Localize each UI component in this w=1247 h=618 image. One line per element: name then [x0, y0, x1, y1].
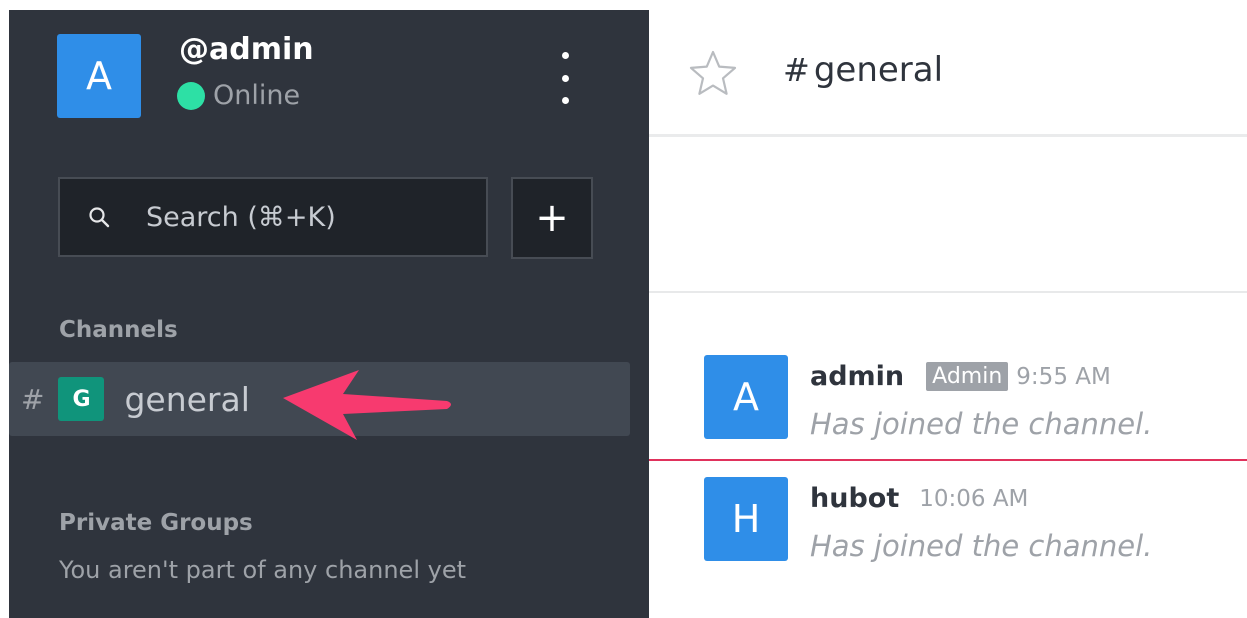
room-name: general: [813, 50, 944, 90]
message-item: H hubot 10:06 AM Has joined the channel.: [704, 477, 1244, 567]
channels-section-title: Channels: [59, 317, 178, 343]
create-channel-button[interactable]: +: [511, 177, 593, 259]
message-body: Has joined the channel.: [810, 529, 1153, 563]
message-username[interactable]: admin: [810, 361, 904, 392]
room-hash-icon: #: [783, 51, 810, 89]
user-status[interactable]: Online: [177, 80, 300, 111]
app-window: A @admin Online + Channels # G general: [0, 0, 1247, 618]
channel-avatar: G: [58, 377, 105, 421]
search-icon: [89, 207, 110, 228]
message-avatar[interactable]: A: [704, 355, 788, 439]
unread-divider: [649, 459, 1247, 461]
search-box[interactable]: [58, 177, 488, 257]
favorite-star-icon[interactable]: [687, 48, 739, 100]
message-body: Has joined the channel.: [810, 407, 1153, 441]
private-groups-section-title: Private Groups: [59, 510, 253, 536]
message-timestamp: 9:55 AM: [1016, 363, 1111, 390]
kebab-dot: [561, 74, 569, 82]
channel-hash-icon: #: [21, 382, 45, 416]
message-item: A admin Admin 9:55 AM Has joined the cha…: [704, 355, 1244, 445]
channel-name: general: [124, 379, 250, 419]
room-panel: # general A admin Admin 9:55 AM Has join…: [649, 0, 1247, 618]
room-title: # general: [783, 50, 943, 90]
message-header: admin Admin 9:55 AM: [810, 361, 1111, 392]
annotation-arrow-icon: [283, 370, 451, 440]
message-avatar[interactable]: H: [704, 477, 788, 561]
username[interactable]: @admin: [179, 32, 314, 67]
private-groups-empty-text: You aren't part of any channel yet: [59, 556, 466, 584]
message-username[interactable]: hubot: [810, 483, 899, 514]
user-avatar[interactable]: A: [57, 34, 141, 118]
online-status-dot-icon: [177, 81, 205, 110]
sidebar: A @admin Online + Channels # G general: [9, 10, 649, 618]
history-divider: [649, 291, 1247, 293]
more-options-icon[interactable]: [555, 52, 575, 104]
role-badge: Admin: [926, 362, 1009, 391]
search-input[interactable]: [144, 200, 468, 234]
message-header: hubot 10:06 AM: [810, 483, 1028, 514]
header-divider: [649, 134, 1247, 137]
kebab-dot: [561, 52, 569, 59]
status-label: Online: [213, 80, 301, 111]
message-timestamp: 10:06 AM: [919, 485, 1029, 512]
kebab-dot: [561, 97, 569, 104]
